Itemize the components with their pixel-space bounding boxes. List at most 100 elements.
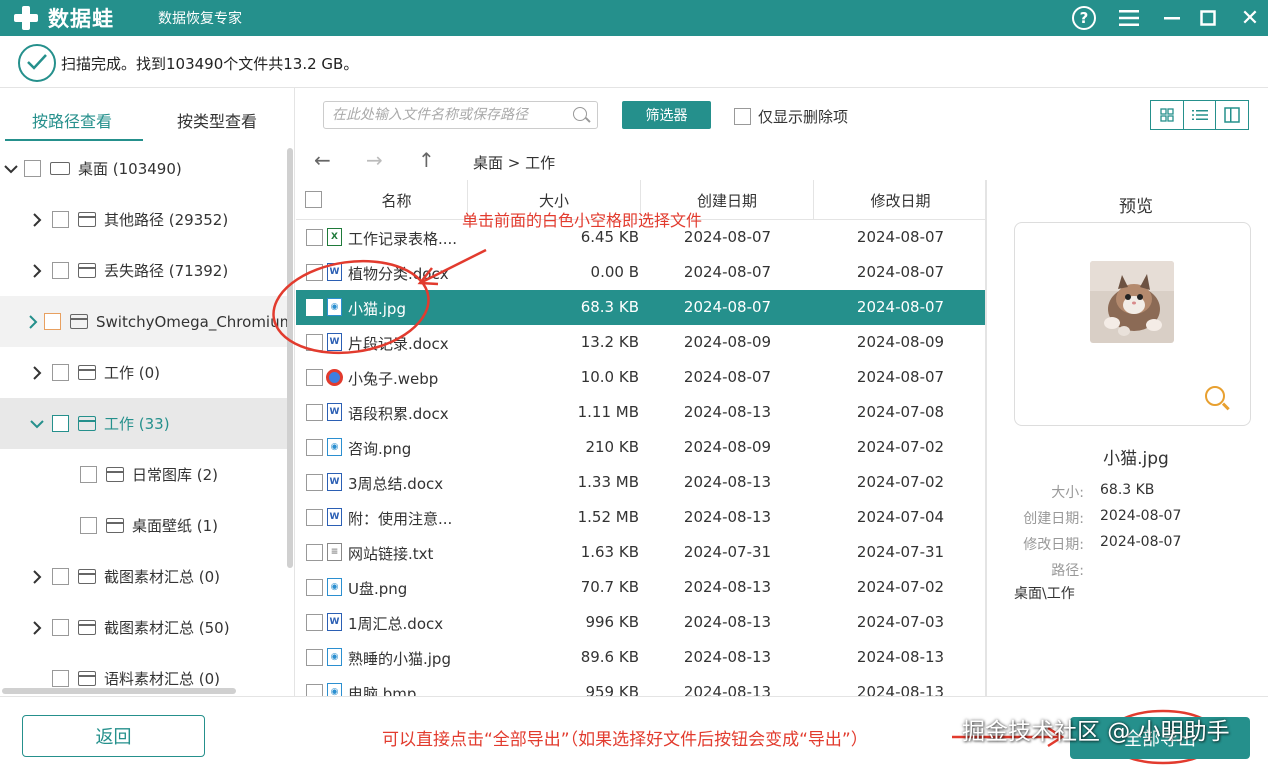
chevron-right-icon[interactable] xyxy=(28,568,46,586)
row-checkbox[interactable] xyxy=(306,579,323,596)
footer-bar: 返回 可以直接点击“全部导出”（如果选择好文件后按钮会变成“导出”） 全部导出 … xyxy=(0,696,1268,767)
tree-item-label: SwitchyOmega_Chromium xyxy=(96,312,295,331)
chevron-right-icon[interactable] xyxy=(28,313,38,331)
tree-horizontal-scrollbar[interactable] xyxy=(2,688,236,694)
row-checkbox[interactable] xyxy=(306,649,323,666)
maximize-button[interactable] xyxy=(1194,4,1222,32)
tab-by-path[interactable]: 按路径查看 xyxy=(32,108,112,132)
deleted-only-toggle[interactable]: 仅显示删除项 xyxy=(734,106,848,127)
chevron-right-icon[interactable] xyxy=(28,262,46,280)
row-checkbox[interactable] xyxy=(306,229,323,246)
table-row[interactable]: ◉ 咨询.png 210 KB 2024-08-09 2024-07-02 xyxy=(296,430,987,465)
tree-checkbox[interactable] xyxy=(52,619,69,636)
grid-view-button[interactable] xyxy=(1151,101,1184,129)
table-row[interactable]: W 附：使用注意... 1.52 MB 2024-08-13 2024-07-04 xyxy=(296,500,987,535)
close-button[interactable]: ✕ xyxy=(1236,4,1264,32)
tree-item-label: 工作 (33) xyxy=(104,415,170,433)
preview-size-label: 大小: xyxy=(1051,485,1084,501)
tree-item-wallpaper[interactable]: 桌面壁纸 (1) xyxy=(0,500,290,551)
annotation-note-select: 单击前面的白色小空格即选择文件 xyxy=(462,211,703,230)
row-checkbox[interactable] xyxy=(306,544,323,561)
tree-checkbox[interactable] xyxy=(52,415,69,432)
tree-item-desktop[interactable]: 桌面 (103490) xyxy=(0,143,290,194)
table-row[interactable]: W 3周总结.docx 1.33 MB 2024-08-13 2024-07-02 xyxy=(296,465,987,500)
row-checkbox[interactable] xyxy=(306,509,323,526)
chevron-down-icon[interactable] xyxy=(2,160,20,178)
file-modified-date: 2024-08-09 xyxy=(856,333,945,351)
select-all-checkbox[interactable] xyxy=(305,191,322,208)
tree-checkbox[interactable] xyxy=(80,466,97,483)
table-row[interactable]: W 片段记录.docx 13.2 KB 2024-08-09 2024-08-09 xyxy=(296,325,987,360)
chevron-right-icon[interactable] xyxy=(28,211,46,229)
back-button[interactable]: 返回 xyxy=(22,715,205,757)
list-view-button[interactable] xyxy=(1184,101,1217,129)
tree-checkbox[interactable] xyxy=(52,568,69,585)
tree-item-other-paths[interactable]: 其他路径 (29352) xyxy=(0,194,290,245)
tree-item-switchyomega[interactable]: SwitchyOmega_Chromium xyxy=(0,296,294,347)
search-box[interactable] xyxy=(323,101,598,129)
row-checkbox[interactable] xyxy=(306,614,323,631)
row-checkbox[interactable] xyxy=(306,369,323,386)
search-input[interactable] xyxy=(332,105,562,125)
file-size: 13.2 KB xyxy=(580,333,639,351)
tree-checkbox[interactable] xyxy=(52,670,69,687)
deleted-only-checkbox[interactable] xyxy=(734,108,751,125)
detail-view-button[interactable] xyxy=(1216,101,1248,129)
file-table-scrollbar[interactable] xyxy=(985,180,987,696)
table-row[interactable]: ≡ 网站链接.txt 1.63 KB 2024-07-31 2024-07-31 xyxy=(296,535,987,570)
menu-button[interactable] xyxy=(1115,4,1143,32)
minimize-button[interactable] xyxy=(1158,4,1186,32)
forward-arrow-icon[interactable]: → xyxy=(366,148,383,172)
tree-item-daily-gallery[interactable]: 日常图库 (2) xyxy=(0,449,290,500)
search-icon[interactable] xyxy=(573,107,587,121)
file-name: U盘.png xyxy=(348,580,408,598)
folder-icon xyxy=(77,416,96,431)
tree-item-work[interactable]: 工作 (33) xyxy=(0,398,290,449)
tree-vertical-scrollbar[interactable] xyxy=(287,148,293,568)
column-header-modified[interactable]: 修改日期 xyxy=(814,180,987,220)
column-header-name[interactable]: 名称 xyxy=(326,180,468,220)
row-checkbox[interactable] xyxy=(306,264,323,281)
table-row[interactable]: ◉ 熟睡的小猫.jpg 89.6 KB 2024-08-13 2024-08-13 xyxy=(296,640,987,675)
tree-checkbox[interactable] xyxy=(52,364,69,381)
table-row[interactable]: W 语段积累.docx 1.11 MB 2024-08-13 2024-07-08 xyxy=(296,395,987,430)
row-checkbox[interactable] xyxy=(306,404,323,421)
tab-by-type[interactable]: 按类型查看 xyxy=(177,108,257,132)
table-row[interactable]: 小兔子.webp 10.0 KB 2024-08-07 2024-08-07 xyxy=(296,360,987,395)
row-checkbox[interactable] xyxy=(306,684,323,696)
tree-item-work-empty[interactable]: 工作 (0) xyxy=(0,347,290,398)
tree-item-label: 截图素材汇总 (50) xyxy=(104,619,230,637)
file-created-date: 2024-08-13 xyxy=(683,473,772,491)
tree-checkbox[interactable] xyxy=(52,262,69,279)
app-window: 数据蛙 数据恢复专家 ? ✕ 扫描完成。找到103490个文件共13.2 GB。… xyxy=(0,0,1268,767)
chevron-down-icon[interactable] xyxy=(28,415,46,433)
table-row-selected[interactable]: ◉ 小猫.jpg 68.3 KB 2024-08-07 2024-08-07 xyxy=(296,290,987,325)
tree-item-lost-paths[interactable]: 丢失路径 (71392) xyxy=(0,245,290,296)
row-checkbox[interactable] xyxy=(306,439,323,456)
tree-item-screenshots-empty[interactable]: 截图素材汇总 (0) xyxy=(0,551,290,602)
title-bar: 数据蛙 数据恢复专家 ? ✕ xyxy=(0,0,1268,36)
tree-checkbox[interactable] xyxy=(44,313,61,330)
row-checkbox[interactable] xyxy=(306,299,323,316)
tree-checkbox[interactable] xyxy=(52,211,69,228)
back-arrow-icon[interactable]: ← xyxy=(314,148,331,172)
row-checkbox[interactable] xyxy=(306,334,323,351)
row-checkbox[interactable] xyxy=(306,474,323,491)
chevron-right-icon[interactable] xyxy=(28,619,46,637)
table-row[interactable]: ◉ U盘.png 70.7 KB 2024-08-13 2024-07-02 xyxy=(296,570,987,605)
table-row[interactable]: W 1周汇总.docx 996 KB 2024-08-13 2024-07-03 xyxy=(296,605,987,640)
tree-checkbox[interactable] xyxy=(80,517,97,534)
tree-item-screenshots[interactable]: 截图素材汇总 (50) xyxy=(0,602,290,653)
zoom-icon[interactable] xyxy=(1205,386,1225,406)
tree-item-label: 语料素材汇总 (0) xyxy=(104,670,221,688)
image-file-icon: ◉ xyxy=(327,578,342,596)
chevron-right-icon[interactable] xyxy=(28,364,46,382)
folder-icon xyxy=(77,212,96,227)
file-modified-date: 2024-07-31 xyxy=(856,543,945,561)
up-arrow-icon[interactable]: ↑ xyxy=(418,148,435,172)
tree-checkbox[interactable] xyxy=(24,160,41,177)
table-row[interactable]: W 植物分类.docx 0.00 B 2024-08-07 2024-08-07 xyxy=(296,255,987,290)
help-button[interactable]: ? xyxy=(1070,4,1098,32)
table-row[interactable]: ◉ 电脑.bmp 959 KB 2024-08-13 2024-08-13 xyxy=(296,675,987,696)
filter-button[interactable]: 筛选器 xyxy=(622,101,711,129)
